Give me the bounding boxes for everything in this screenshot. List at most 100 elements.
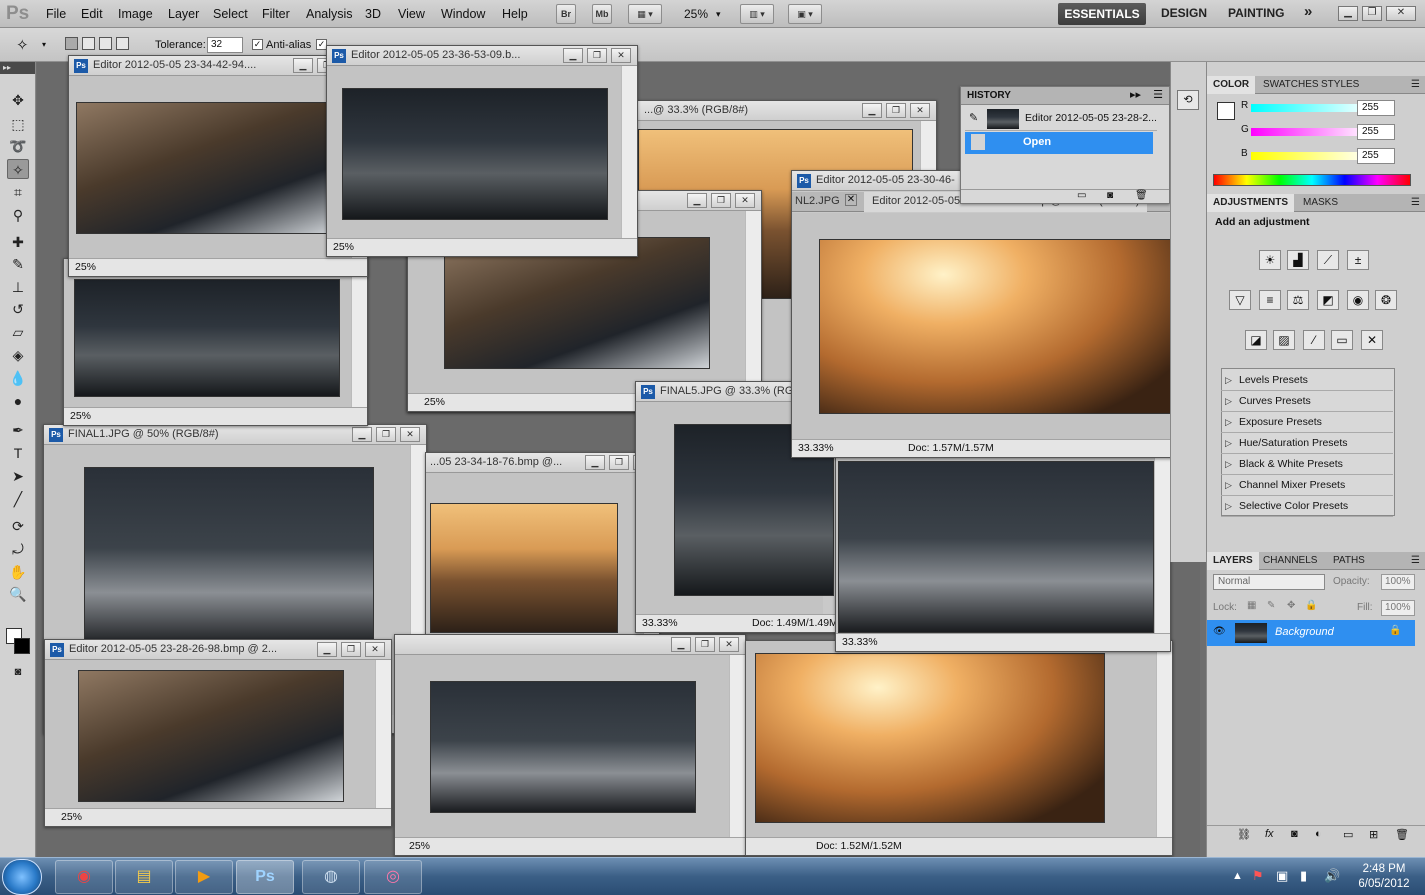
tab-paths[interactable]: PATHS — [1333, 555, 1365, 566]
menu-edit[interactable]: Edit — [81, 7, 103, 21]
preset-selective-color[interactable]: ▷ Selective Color Presets — [1221, 496, 1393, 517]
document-window[interactable]: 33.33% — [835, 452, 1171, 652]
document-window[interactable]: Ps Editor 2012-05-05 23-36-53-09.b... ▁ ❐… — [326, 45, 638, 257]
panel-menu-icon[interactable]: ☰ — [1411, 197, 1420, 208]
vertical-scrollbar[interactable] — [375, 660, 391, 808]
menu-help[interactable]: Help — [502, 7, 528, 21]
preset-levels[interactable]: ▷ Levels Presets — [1221, 370, 1393, 391]
posterize-icon[interactable]: ▨ — [1273, 330, 1295, 350]
workspace-design[interactable]: DESIGN — [1161, 6, 1207, 20]
hand-tool-icon[interactable]: ✋ — [7, 562, 29, 582]
link-layers-icon[interactable]: ⛓ — [1237, 828, 1251, 841]
path-selection-tool-icon[interactable]: ➤ — [7, 466, 29, 486]
lock-transparency-icon[interactable]: ▦ — [1247, 600, 1256, 611]
paint-bucket-tool-icon[interactable]: ◈ — [7, 345, 29, 365]
workspace-essentials[interactable]: ESSENTIALS — [1058, 3, 1146, 25]
restore-document-button[interactable]: ❐ — [886, 103, 906, 118]
document-titlebar[interactable]: Ps Editor 2012-05-05 23-36-53-09.b... ▁ ❐… — [327, 46, 637, 66]
tab-swatches[interactable]: SWATCHES — [1263, 79, 1319, 90]
tab-channels[interactable]: CHANNELS — [1263, 555, 1317, 566]
bridge-button[interactable]: Br — [556, 4, 576, 24]
photoshop-taskbar-icon[interactable]: Ps — [236, 860, 294, 894]
color-balance-icon[interactable]: ⚖ — [1287, 290, 1309, 310]
minimize-app-button[interactable]: ▁ — [1338, 6, 1358, 21]
hue-saturation-icon[interactable]: ≡ — [1259, 290, 1281, 310]
threshold-icon[interactable]: ⁄ — [1303, 330, 1325, 350]
document-titlebar[interactable]: Ps FINAL1.JPG @ 50% (RGB/8#) ▁ ❐ ✕ — [44, 425, 426, 445]
new-adjustment-layer-icon[interactable]: ◐ — [1315, 828, 1322, 840]
restore-document-button[interactable]: ❐ — [711, 193, 731, 208]
restore-document-button[interactable]: ❐ — [341, 642, 361, 657]
subtract-selection-icon[interactable] — [99, 37, 112, 50]
vertical-scrollbar[interactable] — [1156, 641, 1172, 837]
eyedropper-tool-icon[interactable]: ⚲ — [7, 205, 29, 225]
close-document-button[interactable]: ✕ — [910, 103, 930, 118]
visibility-eye-icon[interactable]: 👁 — [1213, 626, 1226, 637]
document-image[interactable] — [819, 239, 1174, 414]
zoom-tool-icon[interactable]: 🔍 — [7, 584, 29, 604]
tool-preset-chevron-icon[interactable]: ▾ — [42, 40, 46, 49]
vertical-scrollbar[interactable] — [745, 211, 761, 393]
quick-mask-icon[interactable]: ◙ — [7, 662, 29, 682]
preset-channel-mixer[interactable]: ▷ Channel Mixer Presets — [1221, 475, 1393, 496]
document-window[interactable]: Ps Editor 2012-05-05 23-34-42-94.... ▁❐✕… — [68, 55, 368, 277]
channel-mixer-icon[interactable]: ❂ — [1375, 290, 1397, 310]
start-button[interactable] — [2, 859, 42, 895]
document-titlebar[interactable]: ...05 23-34-18-76.bmp @... ▁❐✕ — [426, 453, 659, 473]
document-image[interactable] — [430, 681, 696, 813]
menu-filter[interactable]: Filter — [262, 7, 290, 21]
intersect-selection-icon[interactable] — [116, 37, 129, 50]
marquee-tool-icon[interactable]: ⬚ — [7, 114, 29, 134]
menu-view[interactable]: View — [398, 7, 425, 21]
brightness-contrast-icon[interactable]: ☀ — [1259, 250, 1281, 270]
vertical-scrollbar[interactable] — [351, 259, 367, 407]
tab-masks[interactable]: MASKS — [1303, 197, 1338, 208]
zoom-readout[interactable]: 25% — [75, 259, 96, 275]
restore-app-button[interactable]: ❐ — [1362, 6, 1382, 21]
document-titlebar[interactable]: ▁ ❐ ✕ — [395, 635, 745, 655]
minimize-document-button[interactable]: ▁ — [293, 58, 313, 73]
vertical-scrollbar[interactable] — [1154, 453, 1170, 633]
magic-wand-tool-icon[interactable]: ✧ — [7, 159, 29, 179]
new-snapshot-icon[interactable]: ◙ — [1107, 190, 1113, 201]
clock[interactable]: 2:48 PM 6/05/2012 — [1354, 862, 1414, 892]
crop-tool-icon[interactable]: ⌗ — [7, 182, 29, 202]
zoom-readout[interactable]: 25% — [424, 394, 445, 410]
gradient-map-icon[interactable]: ▭ — [1331, 330, 1353, 350]
close-document-button[interactable]: ✕ — [611, 48, 631, 63]
menu-layer[interactable]: Layer — [168, 7, 199, 21]
exposure-icon[interactable]: ± — [1347, 250, 1369, 270]
3d-rotate-tool-icon[interactable]: ⟳ — [7, 516, 29, 536]
zoom-readout[interactable]: 25% — [70, 408, 91, 424]
background-color-swatch[interactable] — [14, 638, 30, 654]
menu-3d[interactable]: 3D — [365, 7, 381, 21]
media-player-taskbar-icon[interactable]: ▶ — [175, 860, 233, 894]
document-image[interactable] — [74, 279, 340, 397]
preset-exposure[interactable]: ▷ Exposure Presets — [1221, 412, 1393, 433]
restore-document-button[interactable]: ❐ — [609, 455, 629, 470]
document-image[interactable] — [755, 653, 1105, 823]
document-image[interactable] — [78, 670, 344, 802]
zoom-readout[interactable]: 33.33% — [642, 615, 678, 631]
document-image[interactable] — [76, 102, 336, 234]
add-mask-icon[interactable]: ◙ — [1291, 828, 1298, 840]
panel-menu-icon[interactable]: ☰ — [1411, 79, 1420, 90]
minimize-document-button[interactable]: ▁ — [585, 455, 605, 470]
zoom-readout[interactable]: 33.33% — [842, 634, 878, 650]
document-image[interactable] — [342, 88, 608, 220]
selective-color-icon[interactable]: ✕ — [1361, 330, 1383, 350]
document-window[interactable]: Ps Editor 2012-05-05 23-28-26-98.bmp @ 2… — [44, 639, 392, 827]
restore-document-button[interactable]: ❐ — [376, 427, 396, 442]
zoom-readout[interactable]: 25% — [61, 809, 82, 825]
mini-bridge-button[interactable]: Mb — [592, 4, 612, 24]
app-taskbar-icon[interactable]: ◎ — [364, 860, 422, 894]
healing-brush-tool-icon[interactable]: ✚ — [7, 232, 29, 252]
opacity-input[interactable]: 100% — [1381, 574, 1415, 590]
collapse-panel-icon[interactable]: ▸▸ — [1130, 88, 1141, 101]
lasso-tool-icon[interactable]: ➰ — [7, 136, 29, 156]
tab-styles[interactable]: STYLES — [1321, 79, 1359, 90]
minimize-document-button[interactable]: ▁ — [352, 427, 372, 442]
lock-pixels-icon[interactable]: ✎ — [1267, 600, 1275, 611]
history-tab[interactable]: HISTORY — [967, 90, 1011, 101]
blue-slider[interactable] — [1251, 152, 1371, 160]
